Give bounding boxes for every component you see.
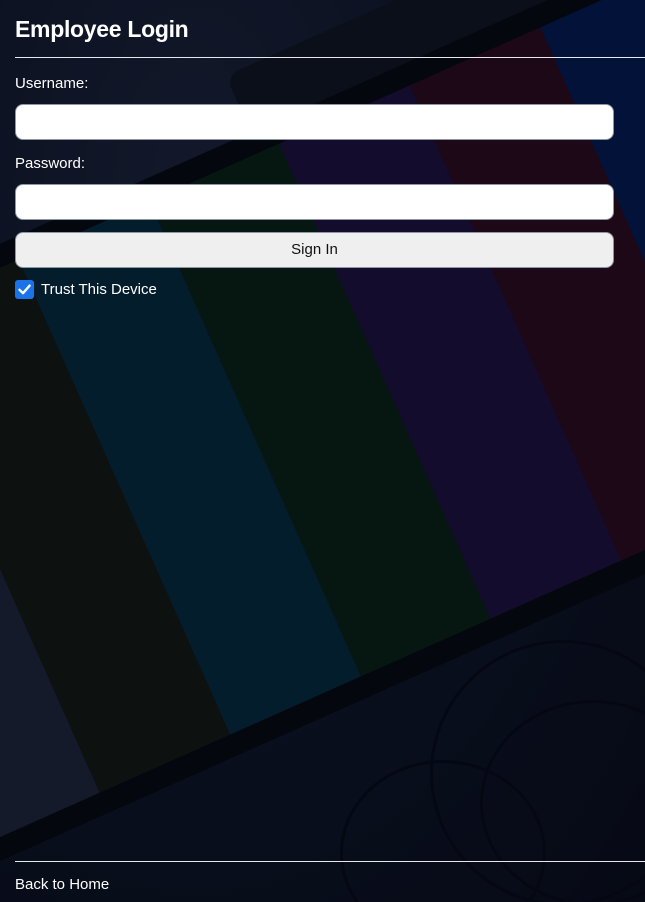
back-to-home-link[interactable]: Back to Home [15,876,109,893]
page-title: Employee Login [15,16,189,42]
header-divider [15,57,645,58]
trust-device-label: Trust This Device [41,281,157,298]
sign-in-button[interactable]: Sign In [15,232,614,268]
checkmark-icon [18,284,31,295]
username-label: Username: [15,75,89,92]
username-input[interactable] [15,104,614,140]
login-page: Employee Login Username: Password: Sign … [0,0,645,902]
footer-divider [15,861,645,862]
password-label: Password: [15,155,86,172]
trust-device-row[interactable]: Trust This Device [15,280,157,299]
password-input[interactable] [15,184,614,220]
trust-device-checkbox[interactable] [15,280,34,299]
